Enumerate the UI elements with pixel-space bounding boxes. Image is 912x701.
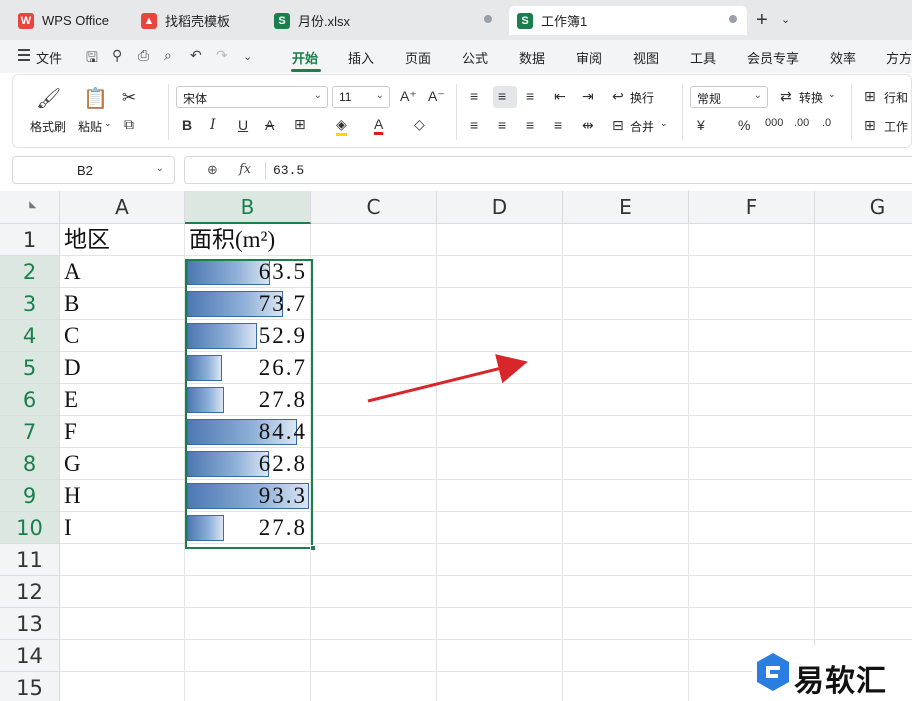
watermark: 易软汇 (752, 646, 912, 701)
wps-spreadsheet-window: W WPS Office ▲ 找稻壳模板 S 月份.xlsx S 工作簿1 + … (0, 0, 912, 701)
annotation-arrow (367, 354, 528, 403)
red-arrow-icon (367, 354, 528, 403)
watermark-text: 易软汇 (794, 664, 887, 699)
watermark-logo-icon (757, 653, 789, 691)
